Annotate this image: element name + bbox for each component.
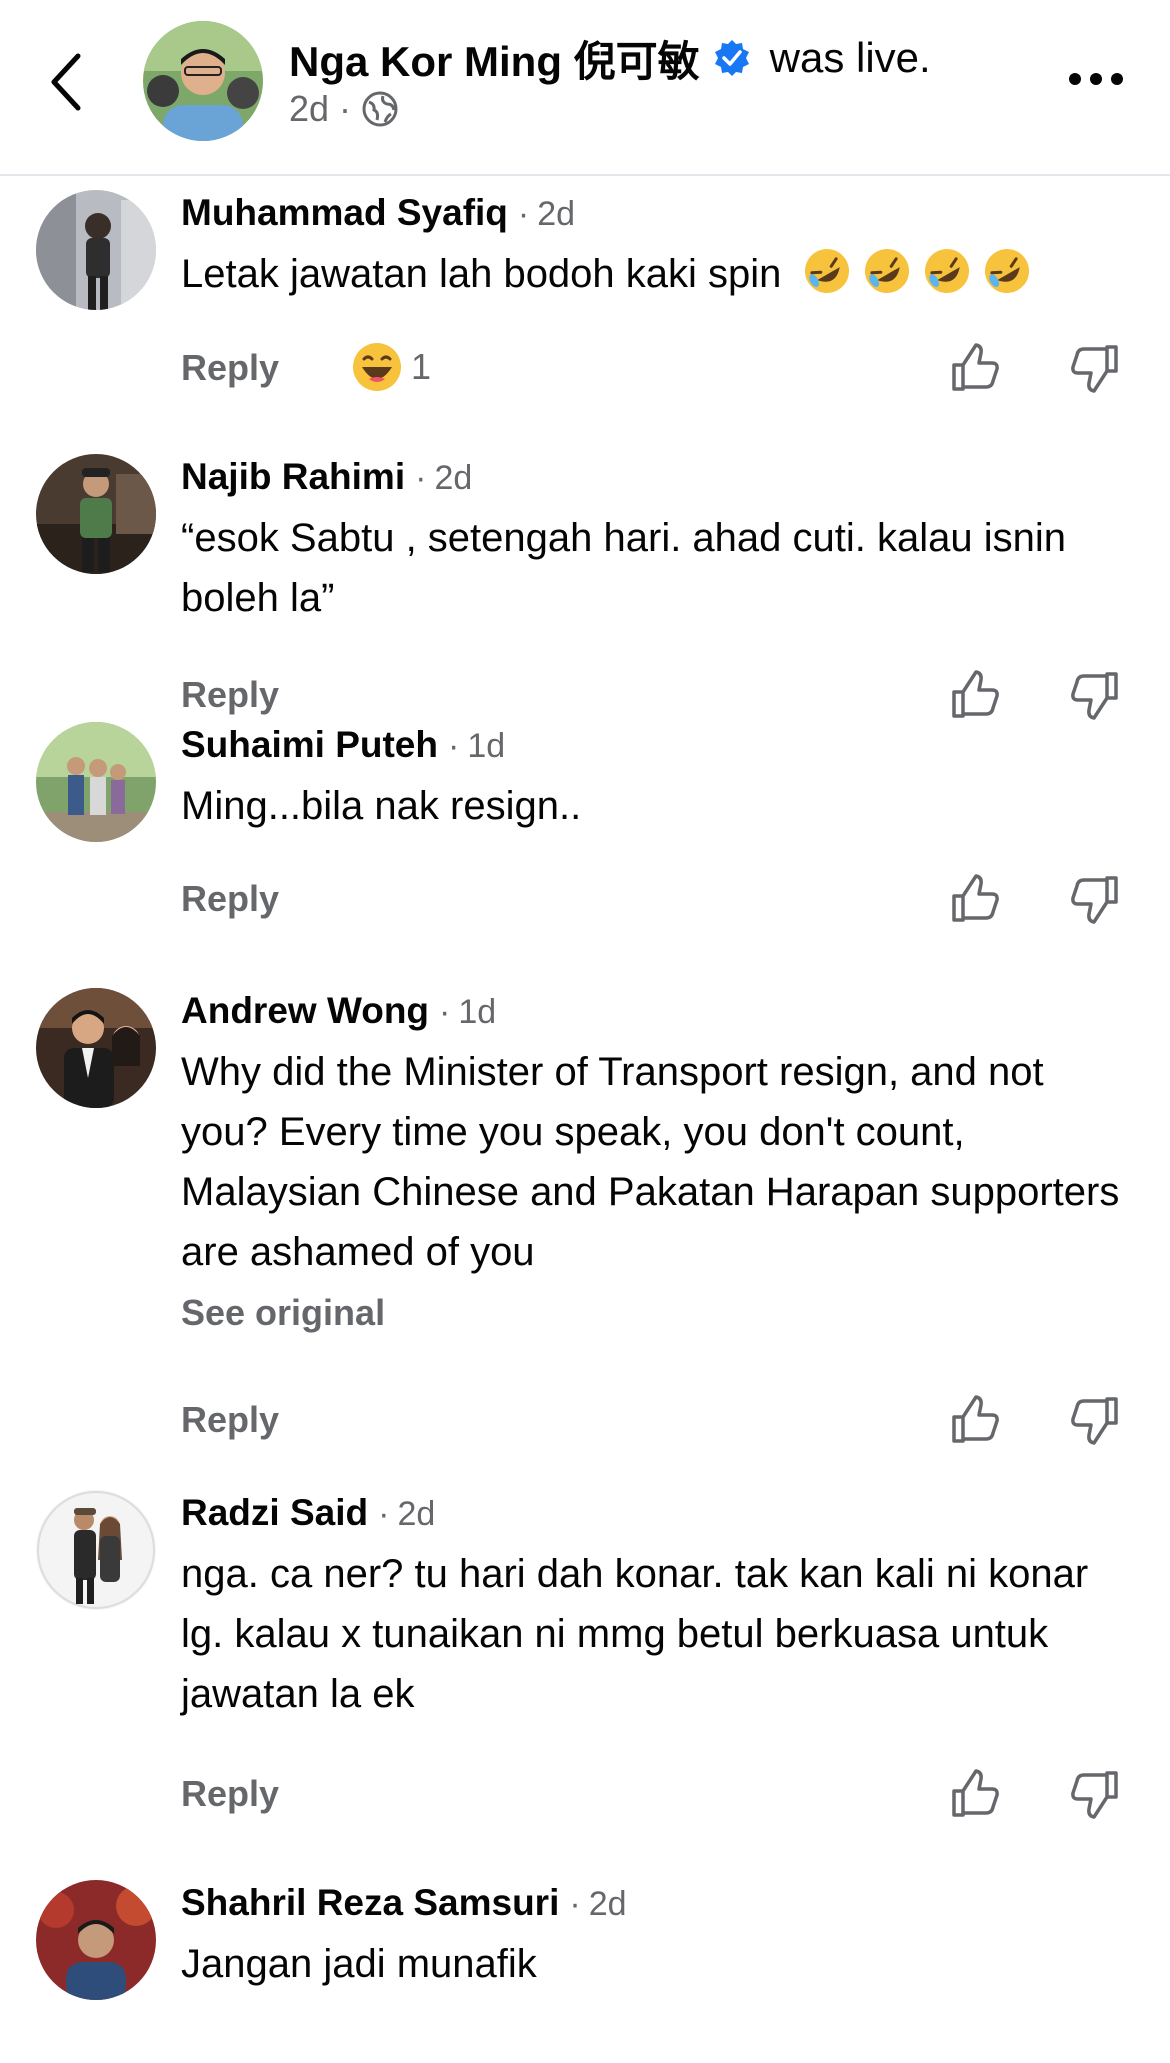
comment-author[interactable]: Muhammad Syafiq	[181, 192, 508, 234]
meta-separator: ·	[339, 88, 352, 129]
commenter-avatar[interactable]	[36, 988, 156, 1108]
page-avatar[interactable]	[143, 21, 263, 141]
rolling-laughing-emoji-icon	[864, 249, 909, 293]
thumbs-up-icon[interactable]	[948, 1393, 1002, 1447]
thumbs-down-icon[interactable]	[1068, 1767, 1122, 1821]
comment-time[interactable]: 1d	[467, 727, 505, 766]
comment-author[interactable]: Shahril Reza Samsuri	[181, 1882, 559, 1924]
reply-button[interactable]: Reply	[181, 1773, 279, 1815]
comment-author[interactable]: Radzi Said	[181, 1492, 368, 1534]
reply-button[interactable]: Reply	[181, 878, 279, 920]
comment-text: Ming...bila nak resign..	[181, 784, 582, 828]
haha-reaction-icon	[353, 343, 401, 391]
rolling-laughing-emoji-icon	[804, 249, 849, 293]
time-separator: ·	[569, 1885, 581, 1923]
post-meta: 2d ·	[289, 88, 399, 130]
time-separator: ·	[378, 1495, 390, 1533]
commenter-avatar[interactable]	[36, 1880, 156, 2000]
comment-time[interactable]: 2d	[589, 1885, 627, 1924]
comment-text: Jangan jadi munafik	[181, 1942, 537, 1986]
comment-text: “esok Sabtu , setengah hari. ahad cuti. …	[181, 516, 1066, 620]
comment-author[interactable]: Najib Rahimi	[181, 456, 405, 498]
time-separator: ·	[439, 993, 451, 1031]
post-time[interactable]: 2d	[289, 88, 329, 130]
see-original-link[interactable]: See original	[181, 1292, 1141, 1334]
comment-item: Radzi Said · 2d nga. ca ner? tu hari dah…	[0, 1486, 1170, 1876]
comment-time[interactable]: 2d	[537, 195, 575, 234]
comment-item: Shahril Reza Samsuri · 2d Jangan jadi mu…	[0, 1876, 1170, 2063]
comment-item: Najib Rahimi · 2d “esok Sabtu , setengah…	[0, 450, 1170, 720]
thumbs-down-icon[interactable]	[1068, 341, 1122, 395]
comment-item: Muhammad Syafiq · 2d Letak jawatan lah b…	[0, 178, 1170, 450]
page-name[interactable]: Nga Kor Ming 倪可敏	[289, 28, 700, 89]
comment-text-content: Letak jawatan lah bodoh kaki spin	[181, 252, 782, 296]
comment-text: Letak jawatan lah bodoh kaki spin	[181, 244, 1141, 304]
verified-badge-icon	[714, 40, 749, 76]
thumbs-down-icon[interactable]	[1068, 872, 1122, 926]
thumbs-down-icon[interactable]	[1068, 668, 1122, 722]
comment-time[interactable]: 2d	[434, 459, 472, 498]
live-status-text: was live.	[769, 34, 931, 81]
comment-text: nga. ca ner? tu hari dah konar. tak kan …	[181, 1552, 1089, 1716]
thumbs-up-icon[interactable]	[948, 1767, 1002, 1821]
reply-button[interactable]: Reply	[181, 674, 279, 716]
rolling-laughing-emoji-icon	[924, 249, 969, 293]
time-separator: ·	[415, 459, 427, 497]
reply-button[interactable]: Reply	[181, 347, 279, 389]
post-header: Nga Kor Ming 倪可敏 was live. 2d ·	[0, 0, 1170, 176]
thumbs-up-icon[interactable]	[948, 872, 1002, 926]
more-options-icon[interactable]	[1066, 64, 1126, 94]
comment-author[interactable]: Andrew Wong	[181, 990, 429, 1032]
reaction-summary[interactable]: 1	[351, 341, 431, 393]
thumbs-down-icon[interactable]	[1068, 1393, 1122, 1447]
commenter-avatar[interactable]	[36, 190, 156, 310]
time-separator: ·	[447, 727, 460, 765]
reply-button[interactable]: Reply	[181, 1399, 279, 1441]
header-title: Nga Kor Ming 倪可敏 was live.	[289, 28, 931, 88]
comment-item: Andrew Wong · 1d Why did the Minister of…	[0, 984, 1170, 1486]
comment-item: Suhaimi Puteh · 1d Ming...bila nak resig…	[0, 718, 1170, 984]
comment-time[interactable]: 1d	[458, 993, 496, 1032]
rolling-laughing-emoji-icon	[984, 249, 1029, 293]
comment-author[interactable]: Suhaimi Puteh	[181, 724, 438, 766]
thumbs-up-icon[interactable]	[948, 668, 1002, 722]
globe-icon	[362, 91, 398, 127]
thumbs-up-icon[interactable]	[948, 341, 1002, 395]
back-arrow-icon[interactable]	[40, 42, 100, 122]
commenter-avatar[interactable]	[36, 1490, 156, 1610]
time-separator: ·	[517, 195, 530, 233]
commenter-avatar[interactable]	[36, 454, 156, 574]
comment-text: Why did the Minister of Transport resign…	[181, 1050, 1120, 1274]
commenter-avatar[interactable]	[36, 722, 156, 842]
comment-time[interactable]: 2d	[397, 1495, 435, 1534]
reaction-count: 1	[411, 346, 432, 387]
